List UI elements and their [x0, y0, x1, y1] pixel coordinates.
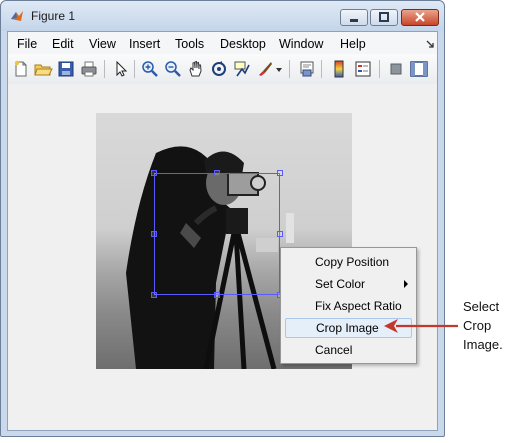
roi-handle-top-left[interactable]: [151, 170, 157, 176]
new-figure-button[interactable]: [11, 59, 31, 79]
callout-line-2: Crop: [463, 318, 492, 333]
brush-icon: [259, 62, 272, 76]
hide-plot-tools-icon: [390, 63, 402, 75]
menu-help[interactable]: Help: [340, 37, 366, 51]
brush-button[interactable]: [255, 59, 275, 79]
menu-tools[interactable]: Tools: [175, 37, 204, 51]
data-cursor-icon: [234, 61, 250, 77]
callout-arrow-icon: [384, 319, 458, 333]
link-plot-button[interactable]: [297, 59, 317, 79]
roi-handle-top-middle[interactable]: [214, 170, 220, 176]
chevron-down-icon: [276, 68, 282, 72]
toolbar-separator: [379, 60, 380, 78]
menu-item-cancel[interactable]: Cancel: [285, 340, 412, 360]
matlab-logo-icon: [11, 11, 23, 21]
print-button[interactable]: [79, 59, 99, 79]
menu-bar: File Edit View Insert Tools Desktop Wind…: [8, 32, 437, 54]
dock-arrow-icon[interactable]: [426, 40, 434, 48]
menu-item-fix-aspect-ratio[interactable]: Fix Aspect Ratio: [285, 296, 412, 316]
open-file-icon: [34, 64, 53, 76]
save-button[interactable]: [56, 59, 76, 79]
menu-item-copy-position[interactable]: Copy Position: [285, 252, 412, 272]
zoom-in-icon: [142, 61, 158, 77]
roi-handle-bottom-middle[interactable]: [214, 292, 220, 298]
figure-window: Figure 1 File Edit View Insert Tools Des…: [0, 0, 445, 437]
figure-canvas[interactable]: Copy Position Set Color Fix Aspect Ratio…: [8, 84, 437, 430]
minimize-button[interactable]: [340, 9, 368, 26]
colorbar-icon: [334, 60, 344, 78]
save-icon: [58, 61, 74, 77]
roi-handle-middle-right[interactable]: [277, 231, 283, 237]
zoom-in-button[interactable]: [140, 59, 160, 79]
legend-icon: [355, 61, 371, 77]
hide-plot-tools-button[interactable]: [386, 59, 406, 79]
new-figure-icon: [14, 60, 27, 77]
edit-plot-button[interactable]: [110, 59, 130, 79]
window-title: Figure 1: [31, 9, 76, 23]
toolbar-separator: [104, 60, 105, 78]
legend-button[interactable]: [353, 59, 373, 79]
brush-dropdown-button[interactable]: [274, 59, 284, 79]
close-button[interactable]: [401, 9, 439, 26]
menu-file[interactable]: File: [17, 37, 37, 51]
roi-handle-bottom-left[interactable]: [151, 292, 157, 298]
menu-window[interactable]: Window: [279, 37, 323, 51]
figure-toolbar: [8, 54, 437, 85]
link-plot-icon: [300, 61, 314, 77]
colorbar-button[interactable]: [329, 59, 349, 79]
toolbar-separator: [289, 60, 290, 78]
maximize-button[interactable]: [370, 9, 398, 26]
callout-note: Select Crop Image.: [463, 297, 508, 354]
toolbar-separator: [134, 60, 135, 78]
figure-client-area: File Edit View Insert Tools Desktop Wind…: [7, 31, 438, 431]
title-bar[interactable]: Figure 1: [1, 1, 444, 31]
roi-handle-middle-left[interactable]: [151, 231, 157, 237]
callout-line-3: Image.: [463, 337, 503, 352]
roi-context-menu: Copy Position Set Color Fix Aspect Ratio…: [280, 247, 417, 364]
menu-item-set-color[interactable]: Set Color: [285, 274, 412, 294]
data-cursor-button[interactable]: [232, 59, 252, 79]
pan-icon: [189, 60, 202, 77]
print-icon: [81, 61, 97, 77]
pan-button[interactable]: [186, 59, 206, 79]
menu-view[interactable]: View: [89, 37, 116, 51]
open-file-button[interactable]: [33, 59, 53, 79]
menu-edit[interactable]: Edit: [52, 37, 74, 51]
show-plot-tools-icon: [410, 61, 428, 77]
roi-handle-top-right[interactable]: [277, 170, 283, 176]
menu-desktop[interactable]: Desktop: [220, 37, 266, 51]
crop-rectangle-roi[interactable]: [154, 173, 280, 295]
zoom-out-button[interactable]: [163, 59, 183, 79]
submenu-arrow-icon: [404, 280, 408, 288]
menu-insert[interactable]: Insert: [129, 37, 160, 51]
callout-line-1: Select: [463, 299, 500, 314]
rotate-3d-icon: [212, 61, 226, 76]
rotate-3d-button[interactable]: [209, 59, 229, 79]
menu-item-set-color-label: Set Color: [315, 277, 366, 291]
toolbar-separator: [321, 60, 322, 78]
edit-plot-icon: [116, 60, 128, 77]
zoom-out-icon: [165, 61, 181, 77]
show-plot-tools-button[interactable]: [409, 59, 429, 79]
